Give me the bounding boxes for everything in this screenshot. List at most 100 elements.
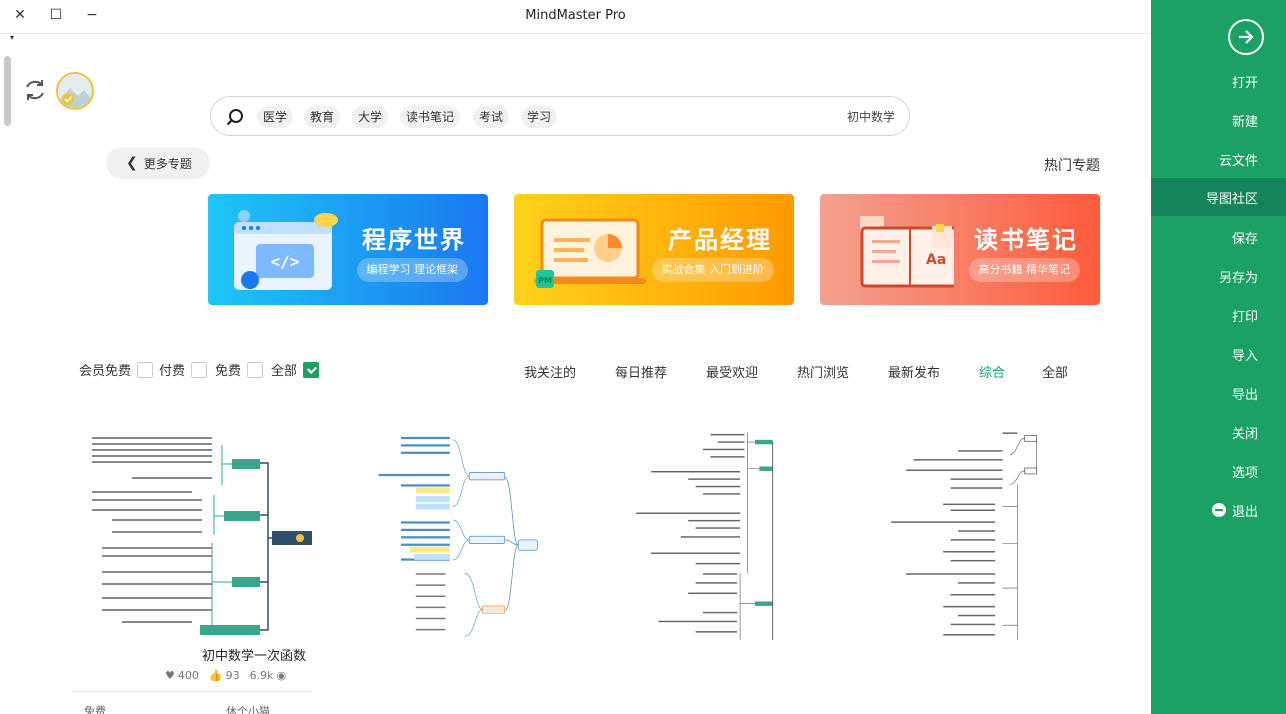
- mindmap-thumbnail: [636, 432, 774, 640]
- template-card[interactable]: [605, 425, 847, 714]
- search-tag[interactable]: 大学: [352, 106, 389, 128]
- tab-most-liked[interactable]: 最受欢迎: [706, 362, 758, 381]
- filter-label: 免费: [215, 364, 242, 379]
- back-button[interactable]: [1228, 19, 1264, 55]
- search-input[interactable]: 初中数学: [847, 108, 895, 125]
- filter-member-free[interactable]: 会员免费: [79, 360, 154, 379]
- mindmap-thumbnail: [378, 436, 538, 637]
- search-icon[interactable]: [226, 108, 244, 126]
- filter-label: 全部: [271, 364, 298, 379]
- sidebar-item-label: 云文件: [1218, 153, 1258, 169]
- filter-paid[interactable]: 付费: [159, 360, 208, 379]
- search-tag[interactable]: 读书笔记: [400, 106, 461, 128]
- sidebar-item-options[interactable]: 选项: [1151, 452, 1286, 490]
- search-tag[interactable]: 教育: [304, 106, 341, 128]
- banner-title: 读书笔记: [974, 226, 1078, 254]
- template-card[interactable]: [340, 425, 582, 714]
- mindmap-thumbnail: [891, 432, 1037, 640]
- exit-icon: [1211, 503, 1226, 517]
- filter-all[interactable]: 全部: [271, 360, 320, 379]
- svg-text:Aa: Aa: [926, 252, 946, 268]
- sidebar-item-label: 导入: [1231, 348, 1258, 364]
- card-stats: ♥ 400 👍 93 6.9k ◉: [162, 669, 286, 682]
- filter-label: 付费: [159, 364, 186, 379]
- sidebar-item-import[interactable]: 导入: [1151, 335, 1286, 373]
- tab-daily-picks[interactable]: 每日推荐: [615, 362, 667, 381]
- sidebar-item-label: 新建: [1231, 114, 1258, 130]
- favorites-icon: ♥: [165, 669, 175, 682]
- sidebar-item-label: 打开: [1231, 75, 1258, 91]
- card-title[interactable]: 初中数学一次函数: [202, 645, 306, 664]
- sidebar-item-label: 另存为: [1218, 270, 1258, 286]
- banner-subtitle: 编程学习 理论框架: [356, 258, 468, 282]
- mindmap-thumbnail: [92, 437, 312, 635]
- tab-popular-views[interactable]: 热门浏览: [797, 362, 849, 381]
- vertical-scrollbar[interactable]: [4, 56, 11, 126]
- tab-following[interactable]: 我关注的: [524, 362, 576, 381]
- sidebar-item-export[interactable]: 导出: [1151, 374, 1286, 412]
- banner-title: 产品经理: [668, 226, 772, 254]
- tab-latest[interactable]: 最新发布: [888, 362, 940, 381]
- search-tag[interactable]: 学习: [521, 106, 558, 128]
- sync-icon[interactable]: [22, 77, 48, 103]
- chevron-left-icon: ❮: [126, 155, 138, 171]
- like-icon: 👍: [208, 669, 223, 682]
- checkbox-checked[interactable]: [303, 361, 320, 378]
- tab-all[interactable]: 全部: [1042, 362, 1068, 381]
- sidebar-item-save-as[interactable]: 另存为: [1151, 257, 1286, 295]
- sidebar-item-new[interactable]: 新建: [1151, 101, 1286, 139]
- book-illustration: Aa: [860, 216, 954, 288]
- svg-text:PM: PM: [538, 276, 552, 285]
- search-tag[interactable]: 医学: [257, 106, 294, 128]
- banner-programming[interactable]: </> 程序世界 编程学习 理论框架: [208, 194, 488, 305]
- eye-icon: ◉: [276, 669, 287, 682]
- sidebar-item-close[interactable]: 关闭: [1151, 413, 1286, 451]
- sidebar-item-cloud-files[interactable]: 云文件: [1151, 140, 1286, 178]
- search-bar[interactable]: 医学 教育 大学 读书笔记 考试 学习 初中数学: [210, 96, 910, 136]
- more-topics-label: 更多专题: [143, 156, 192, 171]
- avatar-image: [58, 74, 92, 108]
- sidebar-item-label: 保存: [1231, 231, 1258, 247]
- banner-reading-notes[interactable]: Aa 读书笔记 高分书籍 精华笔记: [820, 194, 1100, 305]
- window-title: MindMaster Pro: [525, 8, 626, 23]
- tab-comprehensive[interactable]: 综合: [979, 362, 1005, 381]
- card-author[interactable]: 休个小猫: [226, 703, 270, 714]
- search-tag[interactable]: 考试: [473, 106, 510, 128]
- sidebar-item-save[interactable]: 保存: [1151, 218, 1286, 256]
- filter-free[interactable]: 免费: [215, 360, 264, 379]
- sidebar: 打开 新建 云文件 导图社区 保存 另存为 打印 导入 导出 关闭 选项 退出: [1151, 0, 1286, 714]
- banner-product-manager[interactable]: PM 产品经理 实战合集 入门到进阶: [514, 194, 794, 305]
- sidebar-item-label: 导图社区: [1205, 191, 1258, 207]
- sidebar-item-exit[interactable]: 退出: [1151, 491, 1286, 529]
- views-count: 6.9k: [249, 669, 274, 682]
- sidebar-item-label: 导出: [1231, 387, 1258, 403]
- card-divider: [72, 691, 312, 692]
- sidebar-item-open[interactable]: 打开: [1151, 62, 1286, 100]
- banner-subtitle: 实战合集 入门到进阶: [651, 258, 774, 282]
- sidebar-item-mindmap-community[interactable]: 导图社区: [1151, 178, 1286, 216]
- more-topics-button[interactable]: ❮ 更多专题: [106, 147, 210, 179]
- checkbox[interactable]: [191, 361, 208, 378]
- arrow-right-circle-icon: [1239, 30, 1254, 44]
- sidebar-item-label: 关闭: [1231, 426, 1258, 442]
- sidebar-item-label: 选项: [1231, 465, 1258, 481]
- code-window-illustration: </>: [234, 210, 338, 290]
- menu-dropdown-icon[interactable]: ▾: [10, 33, 14, 42]
- banner-title: 程序世界: [362, 226, 466, 254]
- sidebar-item-label: 打印: [1231, 309, 1258, 325]
- template-card[interactable]: [860, 425, 1102, 714]
- title-bar: ✕ ☐ − MindMaster Pro: [0, 0, 1151, 34]
- section-title: 热门专题: [1044, 158, 1100, 174]
- laptop-chart-illustration: PM: [534, 218, 646, 288]
- avatar[interactable]: [56, 72, 94, 110]
- banner-subtitle: 高分书籍 精华笔记: [968, 258, 1080, 282]
- sidebar-item-label: 退出: [1231, 504, 1258, 520]
- filter-label: 会员免费: [79, 364, 132, 379]
- likes-count: 93: [225, 669, 240, 682]
- favorites-count: 400: [177, 669, 199, 682]
- card-price: 免费: [84, 705, 106, 714]
- svg-text:</>: </>: [271, 252, 300, 271]
- checkbox[interactable]: [137, 361, 154, 378]
- checkbox[interactable]: [247, 361, 264, 378]
- sidebar-item-print[interactable]: 打印: [1151, 296, 1286, 334]
